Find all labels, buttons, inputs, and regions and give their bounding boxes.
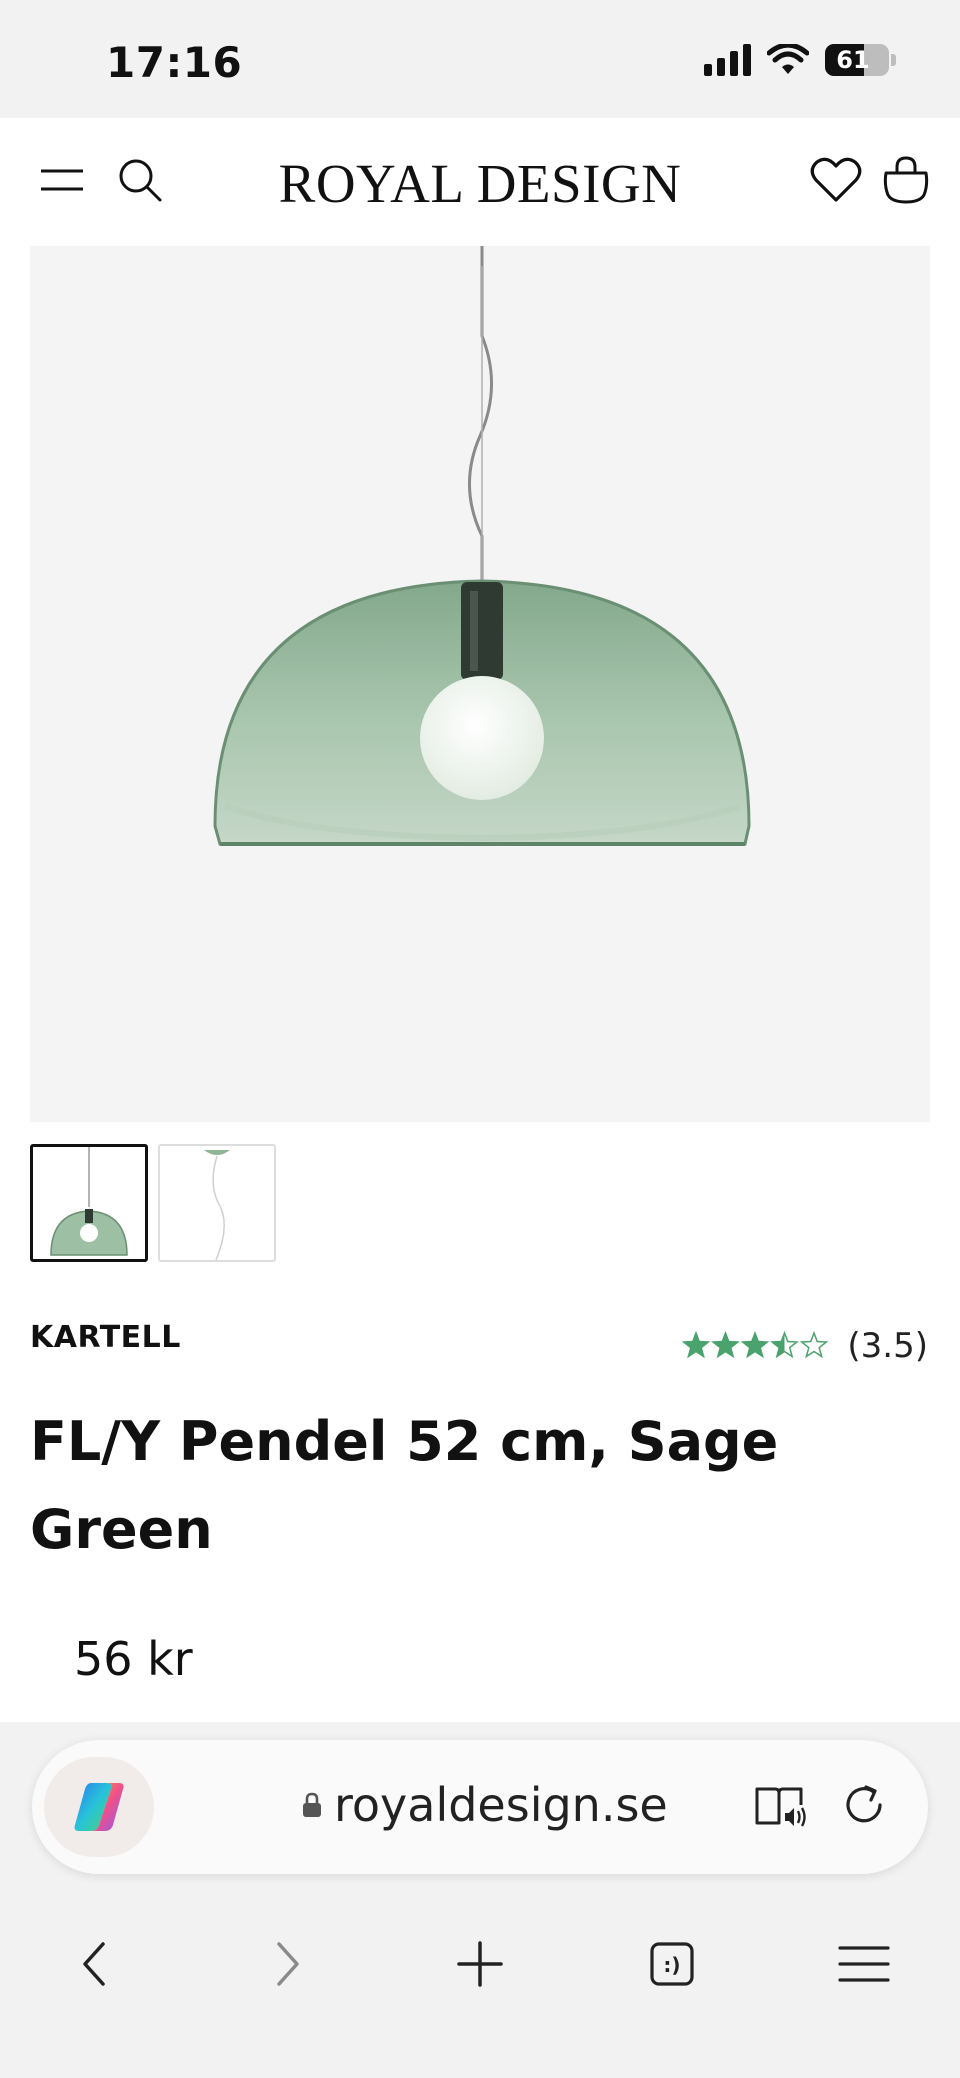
copilot-icon: [74, 1783, 124, 1831]
battery-cap: [891, 54, 896, 66]
svg-text::): :): [663, 1953, 680, 1977]
product-price: 56 kr: [74, 1632, 193, 1686]
url-display[interactable]: royaldesign.se: [302, 1778, 668, 1832]
star-icon: [800, 1331, 829, 1359]
bag-icon: [883, 156, 929, 204]
product-brand[interactable]: KARTELL: [30, 1320, 181, 1355]
back-button[interactable]: [58, 1928, 130, 2000]
status-time: 17:16: [106, 38, 243, 87]
star-icon: [741, 1331, 770, 1359]
product-hero-image[interactable]: [30, 246, 930, 1122]
heart-icon: [810, 157, 862, 202]
battery-level: 61: [836, 46, 870, 74]
reload-icon: [846, 1785, 882, 1823]
reader-mode-button[interactable]: [748, 1773, 812, 1837]
signal-icon: [704, 44, 751, 76]
star-icon: [682, 1331, 711, 1359]
copilot-button[interactable]: [44, 1757, 154, 1857]
thumbnail-1[interactable]: [30, 1144, 148, 1262]
browser-menu-icon: [838, 1946, 890, 1982]
product-title: FL/Y Pendel 52 cm, Sage Green: [30, 1410, 779, 1561]
new-tab-button[interactable]: [444, 1928, 516, 2000]
forward-icon: [277, 1942, 299, 1986]
thumbnail-2[interactable]: [158, 1144, 276, 1262]
status-icons: 61: [704, 44, 896, 76]
browser-toolbar: royaldesign.se:): [0, 1722, 960, 2078]
wifi-icon: [767, 44, 809, 74]
reload-button[interactable]: [832, 1773, 896, 1837]
rating-count: (3.5): [847, 1326, 928, 1366]
address-bar[interactable]: royaldesign.se: [32, 1740, 928, 1874]
tabs-button[interactable]: :): [636, 1928, 708, 2000]
star-icon: [711, 1331, 741, 1359]
url-text: royaldesign.se: [334, 1778, 668, 1832]
thumbnail-lamp-image: [50, 1147, 128, 1256]
reader-icon: [755, 1787, 806, 1827]
tabs-icon: :): [650, 1942, 694, 1986]
status-bar: 17:16 61: [0, 0, 960, 118]
forward-button[interactable]: [252, 1928, 324, 2000]
pendant-lamp-image: [213, 246, 751, 846]
product-page: KARTELL (3.5) FL/Y Pendel 52 cm, Sage Gr…: [0, 246, 960, 1722]
lock-icon: [303, 1792, 321, 1817]
product-rating[interactable]: (3.5): [681, 1326, 928, 1366]
rating-stars: [682, 1331, 829, 1359]
battery-icon: 61: [825, 44, 889, 76]
back-icon: [83, 1942, 105, 1986]
wishlist-button[interactable]: [804, 148, 868, 212]
cart-button[interactable]: [874, 148, 938, 212]
browser-menu-button[interactable]: [828, 1928, 900, 2000]
star-icon: [770, 1331, 800, 1359]
thumbnail-lamp-cord-image: [204, 1150, 230, 1260]
new-tab-icon: [457, 1941, 503, 1987]
browser-nav-bar: :): [0, 1908, 960, 2020]
site-header: ROYAL DESIGN: [0, 118, 960, 246]
